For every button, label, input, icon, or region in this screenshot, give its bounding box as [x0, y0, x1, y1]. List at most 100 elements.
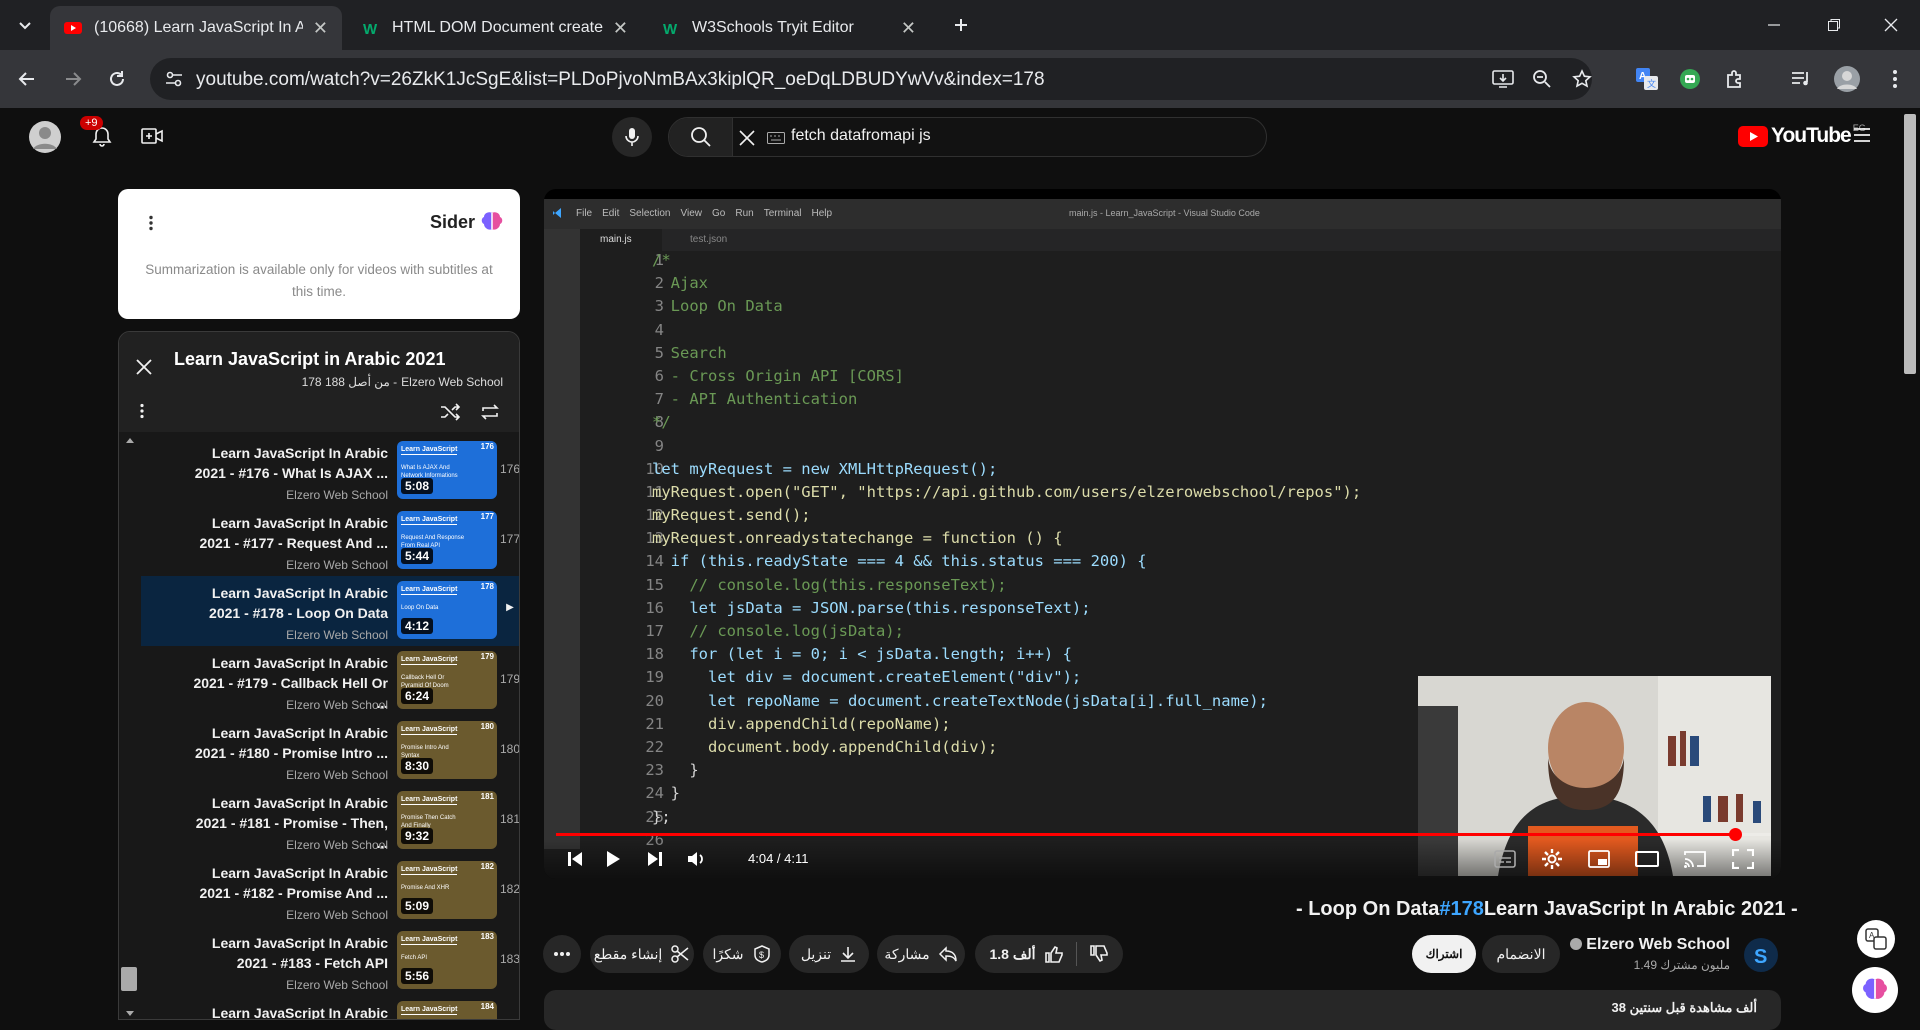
forward-button[interactable] [58, 64, 88, 94]
subscribe-button[interactable]: اشتراك [1412, 935, 1476, 973]
fullscreen-button[interactable] [1726, 843, 1760, 875]
line-number: 9 [654, 436, 664, 455]
item-title: Learn JavaScript In Arabic 2021 - #176 -… [194, 445, 388, 481]
play-icon [607, 851, 620, 867]
tab-search-button[interactable] [8, 8, 42, 42]
thumb-label: Learn JavaScript [401, 586, 458, 595]
more-vertical-icon[interactable] [148, 215, 154, 231]
site-info-icon[interactable] [164, 69, 184, 89]
loop-icon[interactable] [479, 402, 501, 422]
address-bar[interactable]: youtube.com/watch?v=26ZkK1JcSgE&list=PLD… [150, 58, 1592, 100]
close-window-button[interactable] [1862, 0, 1920, 50]
clip-button[interactable]: إنشاء مقطع [590, 935, 694, 973]
tab-tryit[interactable]: W W3Schools Tryit Editor ✕ [648, 6, 930, 50]
translate-icon: A文 [1636, 68, 1658, 90]
theater-icon [1635, 851, 1659, 867]
page-scrollbar[interactable] [1904, 114, 1916, 374]
voice-search-button[interactable] [612, 117, 652, 157]
chevron-down-icon [19, 22, 31, 30]
translate-extension-button[interactable]: A文 [1632, 64, 1662, 94]
item-thumbnail: Learn JavaScript 183 Fetch API 5:56 [397, 931, 497, 989]
bookmark-star-icon[interactable] [1572, 69, 1592, 89]
tab-youtube[interactable]: (10668) Learn JavaScript In Arabic 2021 … [50, 6, 342, 50]
youtube-logo[interactable]: YouTube EG [1738, 123, 1866, 148]
miniplayer-button[interactable] [1582, 843, 1616, 875]
cast-button[interactable] [1678, 843, 1712, 875]
sider-float-button[interactable] [1852, 967, 1898, 1013]
like-button[interactable]: 1.8 ألف [977, 942, 1077, 966]
video-player[interactable]: File Edit Selection View Go Run Terminal Help m… [544, 189, 1781, 879]
previous-button[interactable] [558, 843, 592, 875]
extensions-button[interactable] [1720, 64, 1750, 94]
playlist-item-current[interactable]: Learn JavaScript In Arabic 2021 - #178 -… [141, 576, 519, 646]
tab-close-icon[interactable]: ✕ [613, 18, 628, 39]
mute-button[interactable] [680, 843, 714, 875]
play-button[interactable] [596, 843, 630, 875]
channel-name-row[interactable]: Elzero Web School [1570, 936, 1730, 954]
playlist-item[interactable]: Learn JavaScript In Arabic 2021 - #179 -… [141, 646, 519, 716]
channel-avatar[interactable]: S [1744, 938, 1778, 972]
restore-button[interactable] [1805, 0, 1863, 50]
playlist-item[interactable]: Learn JavaScript In Arabic Learn JavaScr… [141, 996, 519, 1019]
playlist-item[interactable]: Learn JavaScript In Arabic 2021 - #183 -… [141, 926, 519, 996]
channel-info: Elzero Web School 1.49 مليون مشترك [1570, 936, 1730, 972]
item-thumbnail: Learn JavaScript 180 Promise Intro And Syn… [397, 721, 497, 779]
seek-bar[interactable] [556, 828, 1771, 841]
more-horizontal-icon [554, 952, 570, 956]
next-button[interactable] [638, 843, 672, 875]
close-icon[interactable] [135, 358, 153, 376]
reload-button[interactable] [102, 64, 132, 94]
settings-button[interactable] [1535, 843, 1569, 875]
thanks-label: شكرًا [712, 945, 744, 962]
playlist-item[interactable]: Learn JavaScript In Arabic 2021 - #182 -… [141, 856, 519, 926]
playlist-channel[interactable]: Elzero Web School [401, 375, 503, 389]
search-input[interactable]: fetch datafromapi js [791, 127, 931, 145]
profile-button[interactable] [1832, 64, 1862, 94]
scroll-up-icon[interactable] [125, 436, 135, 444]
more-vertical-icon[interactable] [139, 403, 145, 419]
download-button[interactable]: تنزيل [789, 935, 869, 973]
playlist-scrollbar[interactable] [121, 967, 137, 991]
back-button[interactable] [12, 64, 42, 94]
tab-createtextnode[interactable]: W HTML DOM Document createTextNode ✕ [348, 6, 642, 50]
captions-icon [1494, 850, 1516, 868]
keyboard-icon[interactable] [767, 132, 785, 144]
clear-search-icon[interactable] [737, 128, 757, 148]
playlist-item[interactable]: Learn JavaScript In Arabic 2021 - #180 -… [141, 716, 519, 786]
playlist-title[interactable]: Learn JavaScript in Arabic 2021 [174, 349, 445, 370]
menu-hamburger-icon[interactable] [1852, 126, 1872, 144]
subscribe-label: اشتراك [1425, 947, 1463, 961]
media-controls-button[interactable] [1786, 64, 1816, 94]
join-button[interactable]: الانضمام [1482, 935, 1560, 973]
extension-green-button[interactable] [1675, 64, 1705, 94]
subtitles-button[interactable] [1488, 843, 1522, 875]
install-app-icon[interactable] [1492, 69, 1514, 89]
account-avatar[interactable] [28, 120, 62, 154]
tab-close-icon[interactable]: ✕ [901, 18, 916, 39]
title-prefix: - Loop On Data [1296, 898, 1440, 920]
share-button[interactable]: مشاركة [877, 935, 965, 973]
playlist-item[interactable]: Learn JavaScript In Arabic 2021 - #176 -… [141, 436, 519, 506]
search-button[interactable] [669, 118, 733, 156]
tab-close-icon[interactable]: ✕ [313, 18, 328, 39]
more-actions-button[interactable] [543, 935, 581, 973]
dislike-button[interactable] [1077, 944, 1121, 964]
thanks-button[interactable]: شكرًا $ [703, 935, 781, 973]
avatar [1834, 66, 1860, 92]
chrome-menu-button[interactable] [1880, 64, 1910, 94]
description-box[interactable]: 38 ألف مشاهدة قبل سنتين [544, 990, 1781, 1030]
shuffle-icon[interactable] [439, 402, 461, 422]
line-text: let div = document.createElement("div"); [652, 668, 1082, 687]
translate-float-button[interactable]: A [1857, 920, 1895, 958]
playlist-item[interactable]: Learn JavaScript In Arabic 2021 - #181 -… [141, 786, 519, 856]
theater-mode-button[interactable] [1630, 843, 1664, 875]
create-video-icon[interactable] [140, 124, 164, 148]
playlist-item[interactable]: Learn JavaScript In Arabic 2021 - #177 -… [141, 506, 519, 576]
gear-icon [1542, 849, 1562, 869]
scroll-down-icon[interactable] [125, 1010, 135, 1018]
notifications-button[interactable]: +9 [80, 116, 118, 152]
zoom-icon[interactable] [1532, 69, 1552, 89]
hashtag-link[interactable]: #178 [1439, 898, 1484, 920]
new-tab-button[interactable] [944, 8, 978, 42]
minimize-button[interactable] [1745, 0, 1803, 50]
